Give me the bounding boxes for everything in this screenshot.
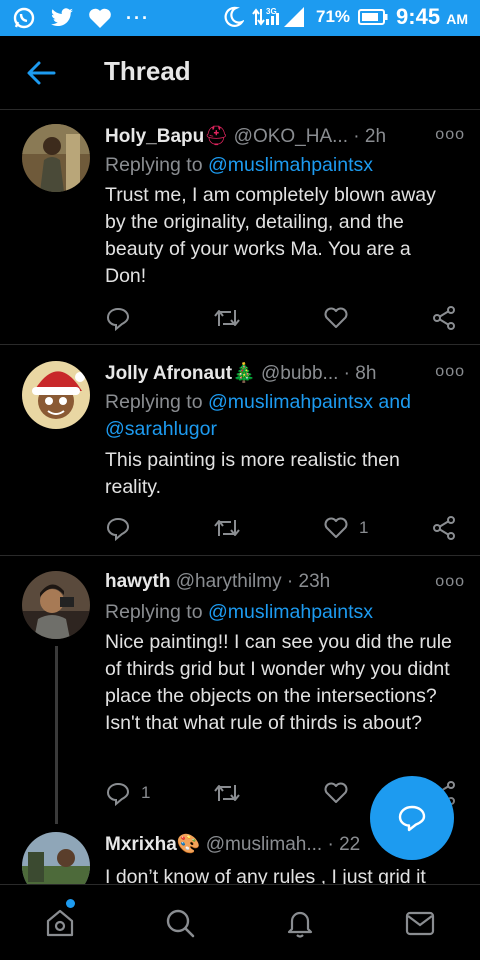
author-emoji: 🎨: [176, 834, 201, 855]
reply-icon: [106, 782, 130, 806]
tweet[interactable]: Holy_Bapu⛑ @OKO_HA... · 2h ooo Replying …: [0, 124, 480, 344]
tweet-text: This painting is more realistic then rea…: [105, 449, 400, 498]
tweet-header: Holy_Bapu⛑ @OKO_HA... · 2h ooo: [105, 124, 465, 150]
author-emoji: 🎄: [232, 363, 256, 384]
heart-icon: [324, 307, 348, 328]
tweet-header: Jolly Afronaut🎄 @bubb... · 8h ooo: [105, 361, 465, 387]
reply-button[interactable]: 1: [105, 780, 150, 806]
mention-link[interactable]: @muslimahpaintsx: [208, 601, 373, 623]
share-button[interactable]: [431, 515, 457, 541]
reply-icon: [106, 517, 130, 541]
author-handle[interactable]: @OKO_HA...: [234, 126, 348, 147]
notification-overflow: ···: [126, 7, 150, 28]
tweet[interactable]: Jolly Afronaut🎄 @bubb... · 8h ooo Replyi…: [0, 361, 480, 556]
home-icon[interactable]: [44, 907, 76, 939]
heart-icon: [324, 782, 348, 803]
bottom-navigation: [0, 884, 480, 960]
more-options-icon[interactable]: ooo: [435, 126, 465, 144]
clock-time: 9:45: [396, 4, 441, 29]
tweet[interactable]: hawyth @harythilmy · 23h ooo Replying to…: [0, 571, 480, 811]
divider: [0, 555, 480, 556]
compose-reply-icon: [398, 805, 426, 832]
tweet-time: · 23h: [286, 571, 331, 592]
signal-icon: 3G: [252, 7, 305, 27]
avatar[interactable]: [22, 832, 90, 884]
more-options-icon[interactable]: ooo: [435, 573, 465, 591]
tweet-actions: 1: [105, 515, 457, 541]
replying-to: Replying to @muslimahpaintsx: [105, 152, 450, 179]
like-count: 1: [359, 518, 369, 537]
author-handle[interactable]: @harythilmy: [176, 571, 282, 592]
mention-link[interactable]: @muslimahpaintsx: [208, 154, 373, 176]
retweet-button[interactable]: [213, 780, 251, 806]
like-button[interactable]: 1: [323, 515, 368, 541]
reply-button[interactable]: [105, 305, 141, 331]
tweet-header: hawyth @harythilmy · 23h ooo: [105, 571, 465, 597]
heart-status-icon: [89, 8, 111, 28]
heart-icon: [324, 517, 348, 538]
author-emoji: ⛑: [204, 126, 229, 147]
status-bar: ··· 3G 71% 9:45 AM: [0, 0, 480, 36]
whatsapp-icon: [13, 7, 35, 29]
author-name[interactable]: Holy_Bapu: [105, 126, 204, 147]
retweet-button[interactable]: [213, 305, 251, 331]
author-name[interactable]: Jolly Afronaut: [105, 363, 232, 384]
thread-header: Thread: [0, 36, 480, 110]
replying-to: Replying to @muslimahpaintsx and @sarahl…: [105, 389, 450, 443]
retweet-icon: [214, 520, 240, 536]
avatar[interactable]: [22, 124, 90, 192]
share-icon: [433, 516, 455, 540]
reply-icon: [106, 307, 130, 331]
page-title: Thread: [104, 56, 191, 86]
author-handle[interactable]: @muslimah...: [206, 834, 322, 855]
retweet-icon: [214, 310, 240, 326]
tweet-time: · 8h: [343, 363, 377, 384]
avatar[interactable]: [22, 361, 90, 429]
tweet-text: Nice painting!! I can see you did the ru…: [105, 631, 452, 734]
tweet-time: · 22: [327, 834, 361, 855]
svg-text:3G: 3G: [266, 7, 277, 16]
share-icon: [433, 306, 455, 330]
battery-icon: [358, 9, 388, 25]
compose-reply-button[interactable]: [370, 776, 454, 860]
more-options-icon[interactable]: ooo: [435, 363, 465, 381]
author-name[interactable]: Mxrixha: [105, 834, 177, 855]
avatar[interactable]: [22, 571, 90, 639]
notifications-bell-icon[interactable]: [284, 907, 316, 939]
reply-button[interactable]: [105, 515, 141, 541]
new-tweets-indicator: [66, 899, 75, 908]
reply-count: 1: [141, 783, 151, 802]
retweet-icon: [214, 785, 240, 801]
like-button[interactable]: [323, 780, 359, 806]
tweet-text: Trust me, I am completely blown away by …: [105, 184, 436, 287]
messages-mail-icon[interactable]: [404, 907, 436, 939]
battery-percent: 71%: [316, 7, 351, 26]
author-handle[interactable]: @bubb...: [261, 363, 338, 384]
back-arrow-icon[interactable]: [26, 60, 56, 86]
tweet-text: I don’t know of any rules , I just grid …: [105, 866, 426, 884]
replying-label: Replying to: [105, 391, 203, 413]
search-icon[interactable]: [164, 907, 196, 939]
clock-ampm: AM: [446, 11, 468, 27]
replying-label: Replying to: [105, 601, 203, 623]
moon-icon: [224, 6, 245, 27]
twitter-icon: [51, 8, 73, 27]
share-button[interactable]: [431, 305, 457, 331]
replying-to: Replying to @muslimahpaintsx: [105, 599, 450, 626]
divider: [0, 344, 480, 345]
like-button[interactable]: [323, 305, 359, 331]
author-name[interactable]: hawyth: [105, 571, 170, 592]
retweet-button[interactable]: [213, 515, 251, 541]
tweet-actions: [105, 305, 457, 331]
replying-label: Replying to: [105, 154, 203, 176]
tweet-time: · 2h: [353, 126, 387, 147]
